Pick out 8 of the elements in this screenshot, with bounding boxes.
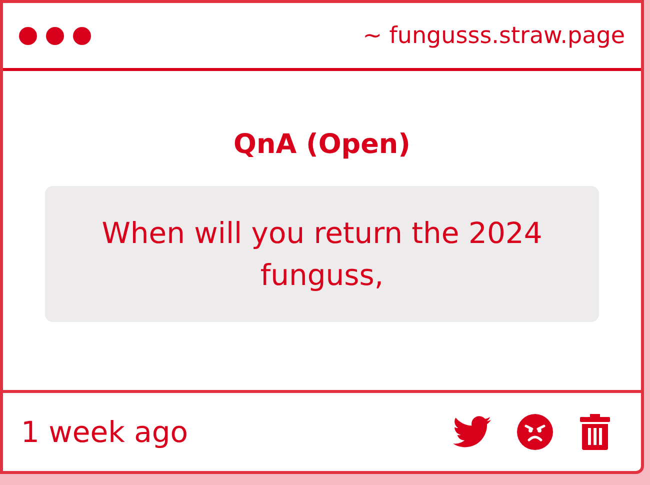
question-text: When will you return the 2024 funguss, xyxy=(102,216,542,292)
question-title: QnA (Open) xyxy=(234,129,410,160)
bird-icon[interactable] xyxy=(453,416,491,448)
dots-icon xyxy=(19,26,91,46)
timestamp: 1 week ago xyxy=(21,415,188,449)
trash-icon[interactable] xyxy=(579,414,611,450)
angry-face-icon[interactable] xyxy=(517,414,553,450)
page-url: ~ fungusss.straw.page xyxy=(362,22,625,48)
